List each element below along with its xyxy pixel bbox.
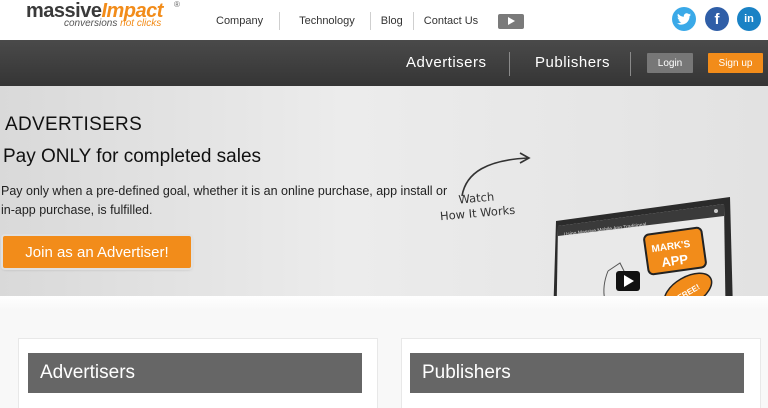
main-nav-bar: Advertisers Publishers Login Sign up xyxy=(0,40,768,86)
main-nav-divider xyxy=(630,52,631,76)
hero-description: Pay only when a pre-defined goal, whethe… xyxy=(1,184,448,217)
nav-contact-us[interactable]: Contact Us xyxy=(424,15,478,27)
video-play-icon[interactable] xyxy=(616,271,640,291)
nav-blog[interactable]: Blog xyxy=(381,15,403,27)
marks-app-badge: MARK'S APP xyxy=(643,226,707,276)
watch-how-it-works-label[interactable]: Watch How It Works xyxy=(431,187,523,225)
nav-divider xyxy=(369,12,371,30)
publishers-card: Publishers xyxy=(401,338,761,408)
hero-headline: Pay ONLY for completed sales xyxy=(3,146,262,167)
top-nav: Company Technology Blog Contact Us xyxy=(216,12,525,30)
main-nav-advertisers[interactable]: Advertisers xyxy=(406,54,487,71)
nav-company[interactable]: Company xyxy=(216,15,263,27)
registered-mark: ® xyxy=(174,0,180,9)
facebook-icon[interactable]: f xyxy=(705,7,729,31)
nav-divider xyxy=(412,12,414,30)
facebook-glyph: f xyxy=(714,10,720,28)
logo-tagline: conversions not clicks xyxy=(64,18,161,29)
nav-divider xyxy=(279,12,281,30)
advertisers-card-title[interactable]: Advertisers xyxy=(28,353,362,393)
lower-section: Advertisers Publishers xyxy=(0,296,768,408)
hero-kicker: ADVERTISERS xyxy=(5,114,143,135)
tagline-part-1: conversions xyxy=(64,18,118,29)
linkedin-glyph: in xyxy=(744,13,754,25)
join-advertiser-button[interactable]: Join as an Advertiser! xyxy=(3,236,191,268)
linkedin-icon[interactable]: in xyxy=(737,7,761,31)
login-button[interactable]: Login xyxy=(647,53,693,73)
logo[interactable]: massiveImpact ® conversions not clicks xyxy=(26,0,186,34)
advertisers-card: Advertisers xyxy=(18,338,378,408)
tagline-part-2: not clicks xyxy=(120,18,162,29)
video-play-button[interactable] xyxy=(498,13,525,29)
page: massiveImpact ® conversions not clicks C… xyxy=(0,0,768,408)
twitter-icon[interactable] xyxy=(672,7,696,31)
nav-technology[interactable]: Technology xyxy=(299,15,355,27)
play-icon xyxy=(507,17,515,25)
signup-button[interactable]: Sign up xyxy=(708,53,763,73)
section-divider xyxy=(0,296,768,310)
top-header: massiveImpact ® conversions not clicks C… xyxy=(0,0,768,40)
hero-banner: ADVERTISERS Pay ONLY for completed sales… xyxy=(0,86,768,357)
publishers-card-title[interactable]: Publishers xyxy=(410,353,744,393)
twitter-bird-glyph xyxy=(677,13,691,25)
main-nav-divider xyxy=(509,52,510,76)
main-nav-publishers[interactable]: Publishers xyxy=(535,54,610,71)
